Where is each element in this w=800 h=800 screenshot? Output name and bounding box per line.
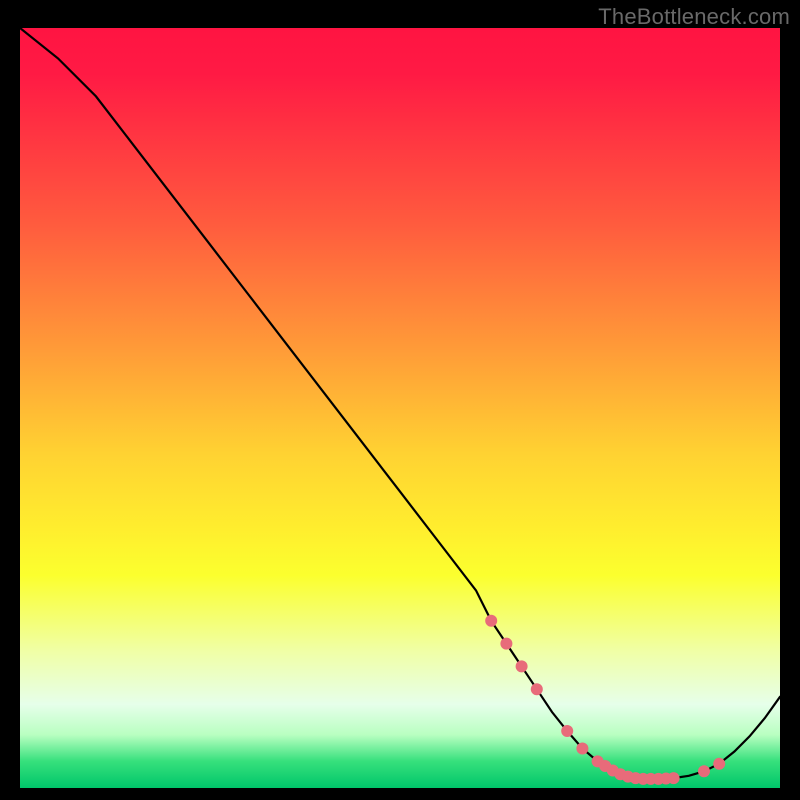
curve-layer	[20, 28, 780, 788]
highlight-dot	[531, 683, 543, 695]
highlight-dot	[516, 660, 528, 672]
highlight-dot	[698, 765, 710, 777]
highlight-dot	[500, 638, 512, 650]
plot-area	[20, 28, 780, 788]
attribution-label: TheBottleneck.com	[598, 4, 790, 30]
highlight-dot	[713, 758, 725, 770]
dot-group	[485, 615, 725, 785]
bottleneck-curve	[20, 28, 780, 779]
highlight-dot	[668, 772, 680, 784]
highlight-dot	[485, 615, 497, 627]
highlight-dot	[561, 725, 573, 737]
chart-frame: TheBottleneck.com	[0, 0, 800, 800]
highlight-dot	[576, 743, 588, 755]
